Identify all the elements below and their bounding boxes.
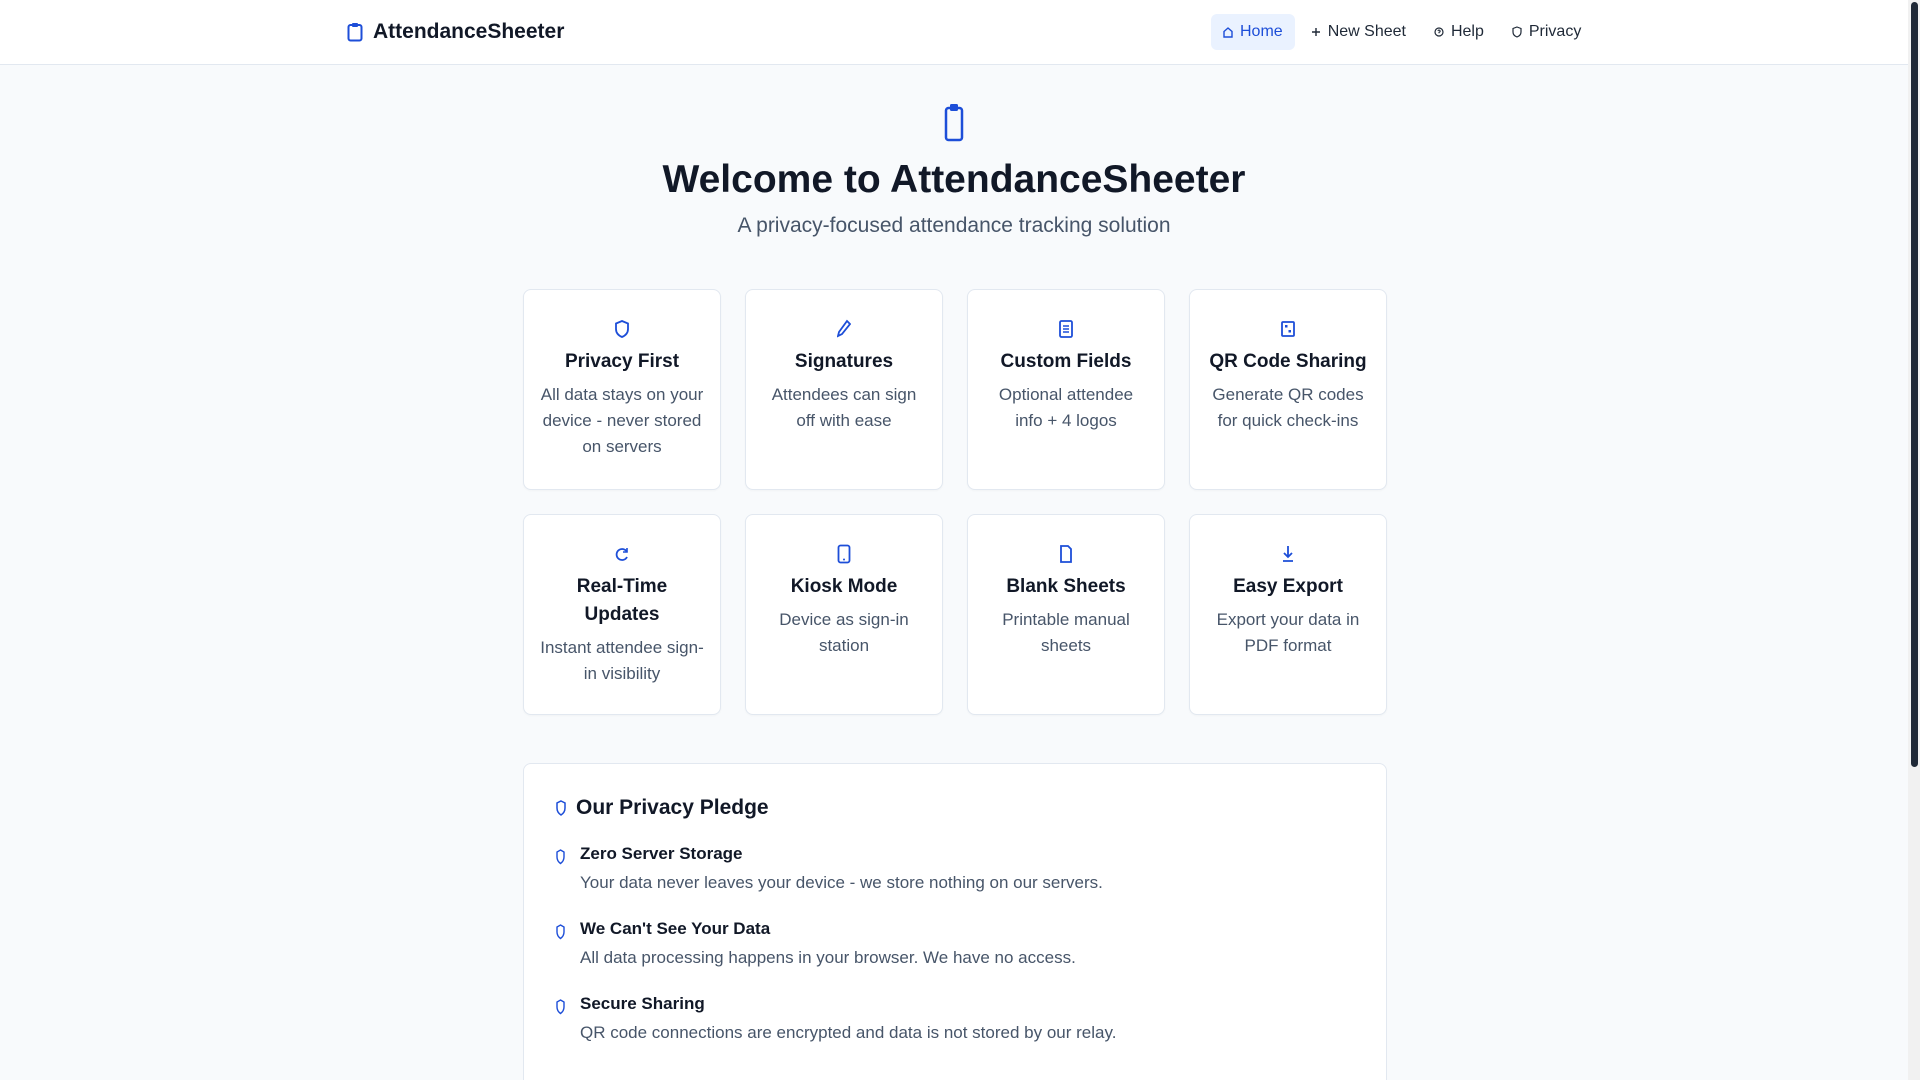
feature-title: Blank Sheets bbox=[1006, 576, 1126, 597]
feature-card-qr-code-sharing[interactable]: QR Code Sharing Generate QR codes for qu… bbox=[1189, 289, 1387, 490]
nav-home[interactable]: Home bbox=[1211, 14, 1295, 50]
pledge-item-title: Zero Server Storage bbox=[580, 844, 743, 863]
shield-check-icon bbox=[556, 998, 565, 1016]
feature-card-real-time-updates[interactable]: Real-Time Updates Instant attendee sign-… bbox=[523, 514, 721, 715]
feature-title: Signatures bbox=[794, 351, 894, 372]
refresh-icon bbox=[615, 543, 629, 565]
privacy-pledge-title: Our Privacy Pledge bbox=[576, 796, 769, 819]
feature-card-blank-sheets[interactable]: Blank Sheets Printable manual sheets bbox=[967, 514, 1165, 715]
features-grid: Privacy First All data stays on your dev… bbox=[523, 289, 1387, 715]
privacy-pledge-list: Zero Server Storage Your data never leav… bbox=[556, 843, 1354, 1044]
page-subtitle: A privacy-focused attendance tracking so… bbox=[737, 214, 1171, 237]
pledge-item-text: QR code connections are encrypted and da… bbox=[580, 1023, 1117, 1042]
feature-card-privacy-first[interactable]: Privacy First All data stays on your dev… bbox=[523, 289, 721, 490]
feature-description: All data stays on your device - never st… bbox=[540, 385, 704, 456]
tablet-icon bbox=[837, 543, 851, 565]
document-icon bbox=[1059, 543, 1073, 565]
feature-title: QR Code Sharing bbox=[1209, 351, 1367, 372]
feature-description: Generate QR codes for quick check-ins bbox=[1212, 385, 1364, 430]
nav-help-label: Help bbox=[1450, 23, 1484, 40]
privacy-pledge-card: Our Privacy Pledge Zero Server Storage Y… bbox=[523, 763, 1387, 1080]
feature-description: Attendees can sign off with ease bbox=[771, 385, 917, 430]
feature-card-signatures[interactable]: Signatures Attendees can sign off with e… bbox=[745, 289, 943, 490]
pledge-item-title: We Can't See Your Data bbox=[580, 919, 771, 938]
page-scrollbar[interactable] bbox=[1908, 0, 1920, 1080]
pen-icon bbox=[837, 318, 851, 340]
pledge-item: Zero Server Storage Your data never leav… bbox=[556, 843, 1354, 894]
feature-card-kiosk-mode[interactable]: Kiosk Mode Device as sign-in station bbox=[745, 514, 943, 715]
feature-card-easy-export[interactable]: Easy Export Export your data in PDF form… bbox=[1189, 514, 1387, 715]
feature-description: Export your data in PDF format bbox=[1216, 610, 1360, 655]
pledge-item: We Can't See Your Data All data processi… bbox=[556, 918, 1354, 969]
nav-privacy-label: Privacy bbox=[1528, 23, 1582, 40]
pledge-item: Secure Sharing QR code connections are e… bbox=[556, 993, 1354, 1044]
qr-code-icon bbox=[1281, 318, 1295, 340]
list-icon bbox=[1059, 318, 1073, 340]
shield-icon bbox=[615, 318, 629, 340]
nav-help[interactable]: Help bbox=[1422, 14, 1496, 50]
nav-new-sheet[interactable]: New Sheet bbox=[1299, 14, 1418, 50]
pledge-item-text: All data processing happens in your brow… bbox=[580, 948, 1076, 967]
page-title: Welcome to AttendanceSheeter bbox=[662, 158, 1246, 201]
clipboard-icon bbox=[347, 22, 363, 42]
hero: Welcome to AttendanceSheeter A privacy-f… bbox=[0, 100, 1908, 238]
privacy-pledge-heading: Our Privacy Pledge bbox=[556, 796, 1354, 820]
feature-description: Printable manual sheets bbox=[1002, 610, 1130, 655]
nav-privacy[interactable]: Privacy bbox=[1500, 14, 1593, 50]
feature-description: Optional attendee info + 4 logos bbox=[998, 385, 1134, 430]
feature-title: Privacy First bbox=[564, 351, 680, 372]
top-navbar: AttendanceSheeter Home New Sheet Help Pr… bbox=[0, 0, 1908, 65]
pledge-item-text: Your data never leaves your device - we … bbox=[580, 873, 1103, 892]
pledge-item-title: Secure Sharing bbox=[580, 994, 705, 1013]
download-icon bbox=[1281, 543, 1295, 565]
shield-icon bbox=[1512, 25, 1522, 39]
feature-description: Instant attendee sign-in visibility bbox=[540, 638, 704, 683]
brand-link[interactable]: AttendanceSheeter bbox=[347, 19, 564, 45]
feature-title: Custom Fields bbox=[1000, 351, 1132, 372]
shield-check-icon bbox=[556, 923, 565, 941]
feature-title: Kiosk Mode bbox=[790, 576, 898, 597]
main-nav: Home New Sheet Help Privacy bbox=[1211, 14, 1593, 50]
feature-title: Real-Time Updates bbox=[576, 576, 668, 625]
scrollbar-thumb[interactable] bbox=[1911, 2, 1918, 767]
home-icon bbox=[1223, 25, 1233, 39]
question-icon bbox=[1434, 25, 1444, 39]
feature-card-custom-fields[interactable]: Custom Fields Optional attendee info + 4… bbox=[967, 289, 1165, 490]
brand-name: AttendanceSheeter bbox=[373, 20, 565, 43]
nav-new-sheet-label: New Sheet bbox=[1327, 23, 1406, 40]
shield-check-icon bbox=[556, 848, 565, 866]
clipboard-icon bbox=[942, 100, 966, 144]
plus-icon bbox=[1311, 25, 1321, 39]
shield-icon bbox=[556, 799, 566, 817]
feature-title: Easy Export bbox=[1233, 576, 1343, 597]
nav-home-label: Home bbox=[1240, 23, 1283, 40]
feature-description: Device as sign-in station bbox=[779, 610, 909, 655]
